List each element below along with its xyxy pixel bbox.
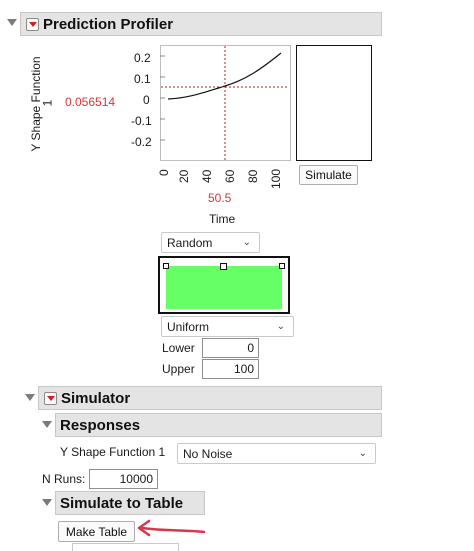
- x-tick-label: 20: [177, 169, 191, 183]
- x-tick-label: 100: [269, 168, 283, 189]
- simulate-to-table-title: Simulate to Table: [60, 494, 184, 512]
- upper-handle[interactable]: [279, 263, 285, 269]
- collapse-triangle-icon[interactable]: [7, 19, 17, 26]
- profiler-title: Prediction Profiler: [43, 15, 174, 33]
- chevron-down-icon: ⌄: [358, 448, 367, 459]
- simulate-to-table-header: Simulate to Table: [55, 491, 205, 515]
- y-tick-label: 0: [143, 93, 150, 107]
- uniform-density-fill: [166, 266, 282, 309]
- y-current-value[interactable]: 0.056514: [65, 95, 115, 109]
- annotation-arrow-icon: [137, 519, 206, 537]
- distribution-select-value: Uniform: [167, 319, 210, 334]
- responses-title: Responses: [60, 416, 141, 434]
- random-select-value: Random: [167, 235, 213, 250]
- partial-output-box: [72, 543, 179, 551]
- x-tick-label: 0: [157, 169, 171, 176]
- simulate-button[interactable]: Simulate: [299, 165, 358, 185]
- y-tick-label: -0.1: [131, 114, 152, 128]
- simulation-output-box: [296, 45, 372, 161]
- collapse-triangle-icon[interactable]: [25, 394, 35, 401]
- response-label: Y Shape Function 1: [60, 445, 166, 459]
- distribution-select[interactable]: Uniform ⌄: [161, 316, 294, 337]
- random-select[interactable]: Random ⌄: [161, 232, 260, 253]
- x-tick-label: 80: [246, 169, 260, 183]
- simulator-header: Simulator: [38, 386, 382, 410]
- chevron-down-icon: ⌄: [242, 237, 251, 248]
- lower-input[interactable]: 0: [202, 338, 259, 358]
- lower-handle[interactable]: [163, 263, 169, 269]
- x-axis-label: Time: [209, 212, 236, 226]
- x-current-value[interactable]: 50.5: [208, 191, 231, 205]
- collapse-triangle-icon[interactable]: [42, 421, 52, 428]
- lower-label: Lower: [162, 341, 195, 355]
- x-tick-label: 40: [200, 169, 214, 183]
- profile-plot[interactable]: [160, 45, 291, 161]
- upper-input[interactable]: 100: [202, 359, 259, 379]
- red-triangle-menu-icon[interactable]: [44, 391, 57, 405]
- y-axis-sub-label: 1: [40, 99, 55, 107]
- y-tick-label: 0.1: [134, 72, 151, 86]
- responses-header: Responses: [55, 413, 382, 437]
- x-tick-label: 60: [223, 169, 237, 183]
- n-runs-input[interactable]: 10000: [89, 469, 158, 489]
- mode-handle[interactable]: [220, 263, 227, 270]
- upper-label: Upper: [162, 362, 195, 376]
- simulator-title: Simulator: [61, 389, 131, 407]
- profiler-header: Prediction Profiler: [20, 12, 382, 36]
- red-triangle-menu-icon[interactable]: [26, 17, 39, 31]
- y-tick-label: 0.2: [134, 51, 151, 65]
- y-tick-label: -0.2: [131, 135, 152, 149]
- n-runs-label: N Runs:: [42, 472, 86, 486]
- chevron-down-icon: ⌄: [276, 321, 285, 332]
- noise-select-value: No Noise: [183, 446, 233, 461]
- noise-select[interactable]: No Noise ⌄: [177, 443, 376, 464]
- make-table-button[interactable]: Make Table: [58, 521, 135, 542]
- collapse-triangle-icon[interactable]: [42, 499, 52, 506]
